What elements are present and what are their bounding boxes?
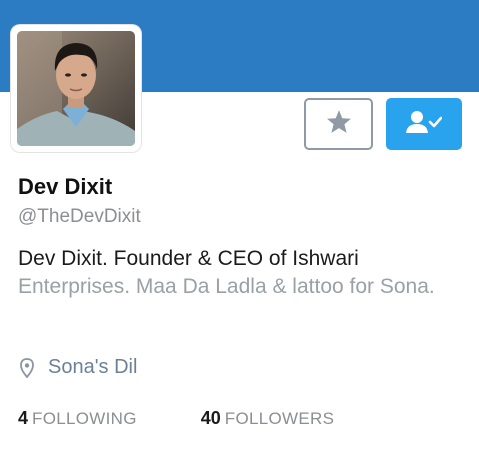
location-pin-icon — [20, 357, 34, 378]
profile-card: Dev Dixit @TheDevDixit Dev Dixit. Founde… — [0, 0, 479, 455]
following-count[interactable]: 4 — [18, 408, 28, 429]
avatar-frame — [11, 25, 141, 152]
following-button[interactable] — [386, 98, 462, 150]
profile-name: Dev Dixit — [18, 174, 113, 199]
avatar[interactable] — [17, 31, 135, 146]
followers-count[interactable]: 40 — [201, 408, 221, 429]
profile-location: Sona's Dil — [20, 356, 137, 379]
star-icon — [326, 109, 352, 139]
followers-label[interactable]: FOLLOWERS — [225, 409, 334, 429]
favorite-button[interactable] — [304, 98, 373, 150]
location-text: Sona's Dil — [48, 356, 138, 378]
following-label[interactable]: FOLLOWING — [32, 409, 137, 429]
bio-rest: Enterprises. Maa Da Ladla & lattoo for S… — [18, 275, 435, 298]
profile-stats: 4 FOLLOWING 40 FOLLOWERS — [18, 408, 334, 429]
bio-line-1: Dev Dixit. Founder & CEO of Ishwari — [18, 247, 359, 270]
profile-handle[interactable]: @TheDevDixit — [18, 206, 141, 228]
profile-bio: Dev Dixit. Founder & CEO of Ishwari Ente… — [18, 245, 458, 301]
person-check-icon — [406, 110, 443, 139]
